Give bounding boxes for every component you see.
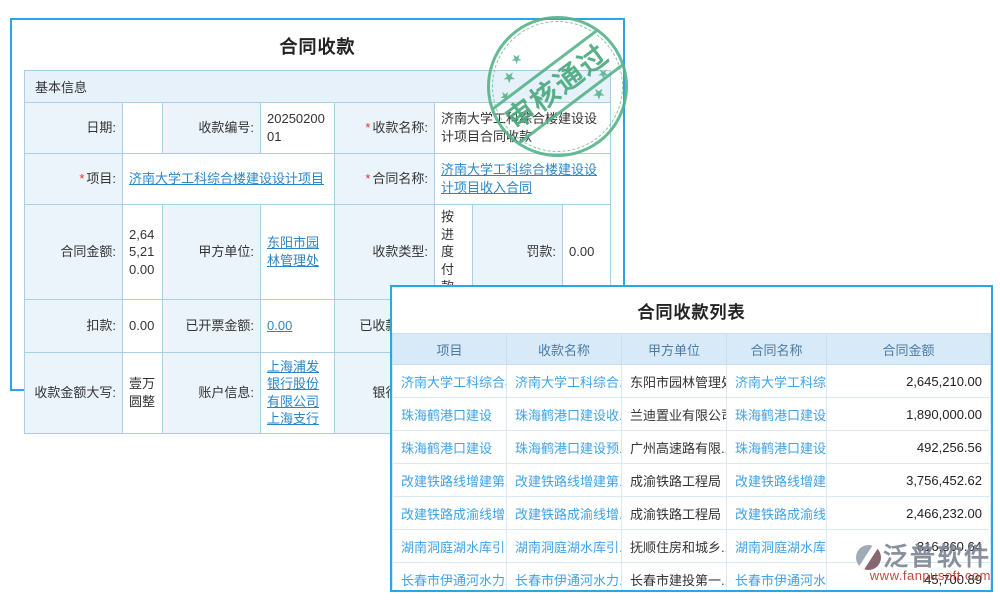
cell-contract-amount: 2,466,232.00 xyxy=(827,497,991,530)
list-title: 合同收款列表 xyxy=(392,287,991,333)
table-row: 济南大学工科综合楼... 济南大学工科综合... 东阳市园林管理处 济南大学工科… xyxy=(393,365,991,398)
cell-contract-amount: 492,256.56 xyxy=(827,431,991,464)
col-header-contract-name: 合同名称 xyxy=(727,334,827,365)
cell-contract-name[interactable]: 长春市伊通河水... xyxy=(727,563,827,593)
vendor-watermark: 泛普软件 www.fanpusoft.com xyxy=(856,545,991,583)
account-info-value: 上海浦发银行股份有限公司上海支行 xyxy=(261,352,335,433)
required-mark: * xyxy=(365,171,370,186)
project-label: *项目: xyxy=(25,154,123,205)
vendor-logo-row: 泛普软件 xyxy=(856,545,991,570)
cell-contract-name[interactable]: 湖南洞庭湖水库... xyxy=(727,530,827,563)
table-row: 珠海鹤港口建设 珠海鹤港口建设预... 广州高速路有限... 珠海鹤港口建设 4… xyxy=(393,431,991,464)
contract-amount-value: 2,645,210.00 xyxy=(123,205,163,300)
table-header-row: 项目 收款名称 甲方单位 合同名称 合同金额 xyxy=(393,334,991,365)
date-label: 日期: xyxy=(25,103,123,154)
vendor-url: www.fanpusoft.com xyxy=(856,568,991,583)
cell-receipt-name[interactable]: 改建铁路成渝线增... xyxy=(507,497,622,530)
invoiced-amount-value: 0.00 xyxy=(261,299,335,352)
required-mark: * xyxy=(365,120,370,135)
amount-in-words-value: 壹万圆整 xyxy=(123,352,163,433)
form-row: *项目: 济南大学工科综合楼建设设计项目 *合同名称: 济南大学工科综合楼建设设… xyxy=(25,154,611,205)
cell-contract-name[interactable]: 珠海鹤港口建设 xyxy=(727,431,827,464)
cell-contract-name[interactable]: 济南大学工科综... xyxy=(727,365,827,398)
form-row: 日期: 收款编号: 2025020001 *收款名称: 济南大学工科综合楼建设设… xyxy=(25,103,611,154)
cell-project[interactable]: 改建铁路成渝线增建... xyxy=(393,497,507,530)
cell-party-a: 广州高速路有限... xyxy=(622,431,727,464)
contract-amount-label: 合同金额: xyxy=(25,205,123,300)
table-row: 改建铁路成渝线增建... 改建铁路成渝线增... 成渝铁路工程局 改建铁路成渝线… xyxy=(393,497,991,530)
cell-project[interactable]: 湖南洞庭湖水库引水... xyxy=(393,530,507,563)
cell-project[interactable]: 珠海鹤港口建设 xyxy=(393,431,507,464)
account-info-label: 账户信息: xyxy=(163,352,261,433)
invoiced-amount-label: 已开票金额: xyxy=(163,299,261,352)
contract-name-link[interactable]: 济南大学工科综合楼建设设计项目收入合同 xyxy=(441,162,597,195)
cell-contract-amount: 3,756,452.62 xyxy=(827,464,991,497)
contract-name-value: 济南大学工科综合楼建设设计项目收入合同 xyxy=(435,154,611,205)
receipt-name-label: *收款名称: xyxy=(335,103,435,154)
cell-project[interactable]: 长春市伊通河水力发... xyxy=(393,563,507,593)
screen: 合同收款 基本信息 日期: 收款编号: 2025020001 *收款名称: 济南… xyxy=(0,0,1000,600)
receipt-no-label: 收款编号: xyxy=(163,103,261,154)
receipt-name-value[interactable]: 济南大学工科综合楼建设设计项目合同收款 xyxy=(435,103,611,154)
cell-party-a: 东阳市园林管理处 xyxy=(622,365,727,398)
cell-party-a: 成渝铁路工程局 xyxy=(622,497,727,530)
col-header-party-a: 甲方单位 xyxy=(622,334,727,365)
party-a-link[interactable]: 东阳市园林管理处 xyxy=(267,235,319,268)
contract-name-label: *合同名称: xyxy=(335,154,435,205)
party-a-value: 东阳市园林管理处 xyxy=(261,205,335,300)
required-mark: * xyxy=(79,171,84,186)
col-header-project: 项目 xyxy=(393,334,507,365)
table-row: 珠海鹤港口建设 珠海鹤港口建设收... 兰迪置业有限公司 珠海鹤港口建设... … xyxy=(393,398,991,431)
col-header-receipt-name: 收款名称 xyxy=(507,334,622,365)
cell-project[interactable]: 改建铁路线增建第二... xyxy=(393,464,507,497)
cell-party-a: 成渝铁路工程局 xyxy=(622,464,727,497)
col-header-contract-amount: 合同金额 xyxy=(827,334,991,365)
project-link[interactable]: 济南大学工科综合楼建设设计项目 xyxy=(129,171,324,186)
vendor-logo-icon xyxy=(856,545,881,570)
basic-info-section-header: 基本信息 xyxy=(24,70,611,103)
account-info-link[interactable]: 上海浦发银行股份有限公司上海支行 xyxy=(267,359,319,427)
cell-party-a: 抚顺住房和城乡... xyxy=(622,530,727,563)
cell-project[interactable]: 珠海鹤港口建设 xyxy=(393,398,507,431)
project-value: 济南大学工科综合楼建设设计项目 xyxy=(123,154,335,205)
cell-project[interactable]: 济南大学工科综合楼... xyxy=(393,365,507,398)
cell-party-a: 长春市建投第一... xyxy=(622,563,727,593)
cell-receipt-name[interactable]: 珠海鹤港口建设收... xyxy=(507,398,622,431)
cell-receipt-name[interactable]: 长春市伊通河水力... xyxy=(507,563,622,593)
cell-contract-name[interactable]: 改建铁路成渝线... xyxy=(727,497,827,530)
cell-receipt-name[interactable]: 湖南洞庭湖水库引... xyxy=(507,530,622,563)
party-a-label: 甲方单位: xyxy=(163,205,261,300)
amount-in-words-label: 收款金额大写: xyxy=(25,352,123,433)
cell-contract-name[interactable]: 改建铁路线增建... xyxy=(727,464,827,497)
table-row: 改建铁路线增建第二... 改建铁路线增建第... 成渝铁路工程局 改建铁路线增建… xyxy=(393,464,991,497)
cell-receipt-name[interactable]: 济南大学工科综合... xyxy=(507,365,622,398)
form-title: 合同收款 xyxy=(12,20,623,70)
cell-contract-amount: 2,645,210.00 xyxy=(827,365,991,398)
cell-party-a: 兰迪置业有限公司 xyxy=(622,398,727,431)
vendor-name: 泛普软件 xyxy=(883,545,991,570)
date-value[interactable] xyxy=(123,103,163,154)
deduction-value[interactable]: 0.00 xyxy=(123,299,163,352)
cell-receipt-name[interactable]: 改建铁路线增建第... xyxy=(507,464,622,497)
deduction-label: 扣款: xyxy=(25,299,123,352)
cell-contract-name[interactable]: 珠海鹤港口建设... xyxy=(727,398,827,431)
cell-contract-amount: 1,890,000.00 xyxy=(827,398,991,431)
cell-receipt-name[interactable]: 珠海鹤港口建设预... xyxy=(507,431,622,464)
invoiced-amount-link[interactable]: 0.00 xyxy=(267,318,292,333)
receipt-no-value: 2025020001 xyxy=(261,103,335,154)
